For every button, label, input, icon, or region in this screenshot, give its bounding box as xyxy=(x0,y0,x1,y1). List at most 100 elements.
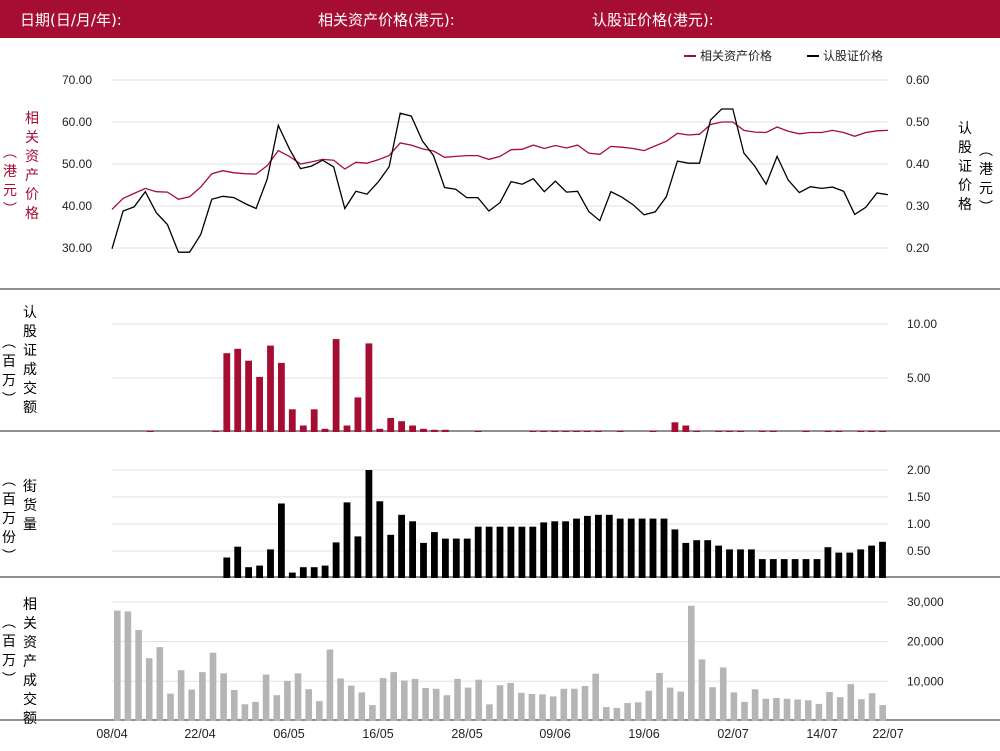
underlying-turnover-bar xyxy=(698,659,706,721)
underlying-turnover-bar xyxy=(262,674,270,721)
underlying-turnover-bar xyxy=(709,687,716,721)
warrant-turnover-bar xyxy=(649,430,657,432)
warrant-turnover-bar xyxy=(442,429,449,432)
outstanding-bar xyxy=(627,518,635,578)
underlying-turnover-bar xyxy=(507,682,514,721)
outstanding-bar xyxy=(278,503,285,578)
underlying-turnover-bar xyxy=(369,705,376,721)
warrant-turnover-bar xyxy=(234,348,242,432)
warrant-price-line xyxy=(111,108,889,253)
outstanding-axis-unit: ︵ 百万份 ︶ xyxy=(2,473,16,565)
underlying-turnover-bar xyxy=(549,696,557,721)
outstanding-bar xyxy=(507,526,515,578)
underlying-turnover-bar xyxy=(199,672,206,721)
x-tick-label: 06/05 xyxy=(273,727,304,741)
underlying-turnover-bar xyxy=(432,688,440,721)
left-price-axis-unit: ︵ 港元 ︶ xyxy=(3,145,17,218)
underlying-turnover-bar xyxy=(719,667,727,721)
underlying-turnover-bar xyxy=(231,690,238,721)
underlying-turnover-bar xyxy=(868,693,876,721)
outstanding-bar xyxy=(715,545,722,578)
right-tick-label: 2.00 xyxy=(907,463,931,477)
right-tick-label: 20,000 xyxy=(907,635,944,649)
outstanding-bar xyxy=(595,514,602,578)
warrant-turnover-bar xyxy=(288,409,296,432)
outstanding-bar xyxy=(431,532,438,578)
warrant-turnover-bar xyxy=(726,430,733,432)
right-tick-label: 0.60 xyxy=(906,73,930,87)
warrant-turnover-bar xyxy=(146,430,154,432)
outstanding-bar xyxy=(463,538,471,578)
outstanding-bar xyxy=(529,526,537,578)
underlying-turnover-bar xyxy=(156,647,164,721)
outstanding-bar xyxy=(769,559,777,578)
warrant-turnover-bar xyxy=(551,430,559,432)
underlying-turnover-bar xyxy=(401,680,408,721)
underlying-turnover-bar xyxy=(688,605,695,721)
outstanding-bar xyxy=(474,526,482,578)
outstanding-bar xyxy=(573,518,580,578)
underlying-turnover-axis-label: 相关资产成交额 xyxy=(23,597,37,727)
right-price-axis-unit: ︵ 港元 ︶ xyxy=(979,143,993,216)
underlying-turnover-bar xyxy=(464,687,472,721)
outstanding-bar xyxy=(321,565,329,578)
right-tick-label: 1.00 xyxy=(907,517,931,531)
warrant-turnover-bar xyxy=(769,430,777,432)
warrant-turnover-bar xyxy=(431,429,438,432)
warrant-turnover-bar xyxy=(387,418,395,432)
outstanding-bar xyxy=(562,521,569,578)
outstanding-bar xyxy=(813,559,821,578)
outstanding-bar xyxy=(584,515,591,578)
outstanding-bar xyxy=(660,518,668,578)
left-price-axis-label: 相关资产价格 xyxy=(25,111,39,222)
warrant-turnover-bar xyxy=(409,425,416,432)
underlying-turnover-bar xyxy=(273,695,281,721)
warrant-turnover-bar xyxy=(682,425,690,432)
warrant-turnover-bar xyxy=(671,422,679,432)
outstanding-bar xyxy=(737,549,744,578)
outstanding-bar xyxy=(518,526,526,578)
underlying-turnover-bar xyxy=(496,685,504,722)
warrant-turnover-bar xyxy=(758,430,766,432)
underlying-turnover-bar xyxy=(294,673,302,721)
warrant-turnover-bar xyxy=(256,376,263,432)
right-tick-label: 0.20 xyxy=(906,241,930,255)
warrant-turnover-bar xyxy=(879,430,886,432)
outstanding-bar xyxy=(223,557,231,578)
warrant-turnover-bar xyxy=(267,345,274,432)
warrant-turnover-bar xyxy=(299,425,307,432)
x-tick-label: 19/06 xyxy=(628,727,659,741)
outstanding-bar xyxy=(485,526,493,578)
warrant-turnover-bar xyxy=(529,430,537,432)
outstanding-bar xyxy=(288,572,296,578)
right-tick-label: 10.00 xyxy=(907,317,937,331)
outstanding-bar xyxy=(638,518,646,578)
x-tick-label: 22/07 xyxy=(872,727,903,741)
x-tick-label: 22/04 xyxy=(184,727,215,741)
right-tick-label: 0.30 xyxy=(906,199,930,213)
x-tick-label: 09/06 xyxy=(539,727,570,741)
warrant-turnover-bar xyxy=(365,343,373,432)
outstanding-bar xyxy=(420,542,427,578)
underlying-turnover-bar xyxy=(730,692,738,721)
underlying-turnover-bar xyxy=(762,698,770,721)
outstanding-bar xyxy=(791,559,799,578)
outstanding-bar xyxy=(256,565,263,578)
outstanding-bar xyxy=(245,567,252,578)
outstanding-bar xyxy=(802,559,810,578)
right-tick-label: 1.50 xyxy=(907,490,931,504)
underlying-turnover-bar xyxy=(751,689,759,721)
outstanding-bar xyxy=(671,529,679,578)
warrant-turnover-bar xyxy=(245,360,252,432)
underlying-turnover-bar xyxy=(145,658,153,721)
warrant-turnover-bar xyxy=(868,430,875,432)
warrant-turnover-bar xyxy=(562,430,569,432)
outstanding-bar xyxy=(299,567,307,578)
right-tick-label: 30,000 xyxy=(907,595,944,609)
outstanding-bar xyxy=(704,540,712,578)
underlying-turnover-bar xyxy=(815,703,823,721)
outstanding-bar xyxy=(267,549,274,578)
left-tick-label: 40.00 xyxy=(62,199,92,213)
warrant-turnover-bar xyxy=(398,421,405,432)
underlying-turnover-bar xyxy=(805,700,812,721)
